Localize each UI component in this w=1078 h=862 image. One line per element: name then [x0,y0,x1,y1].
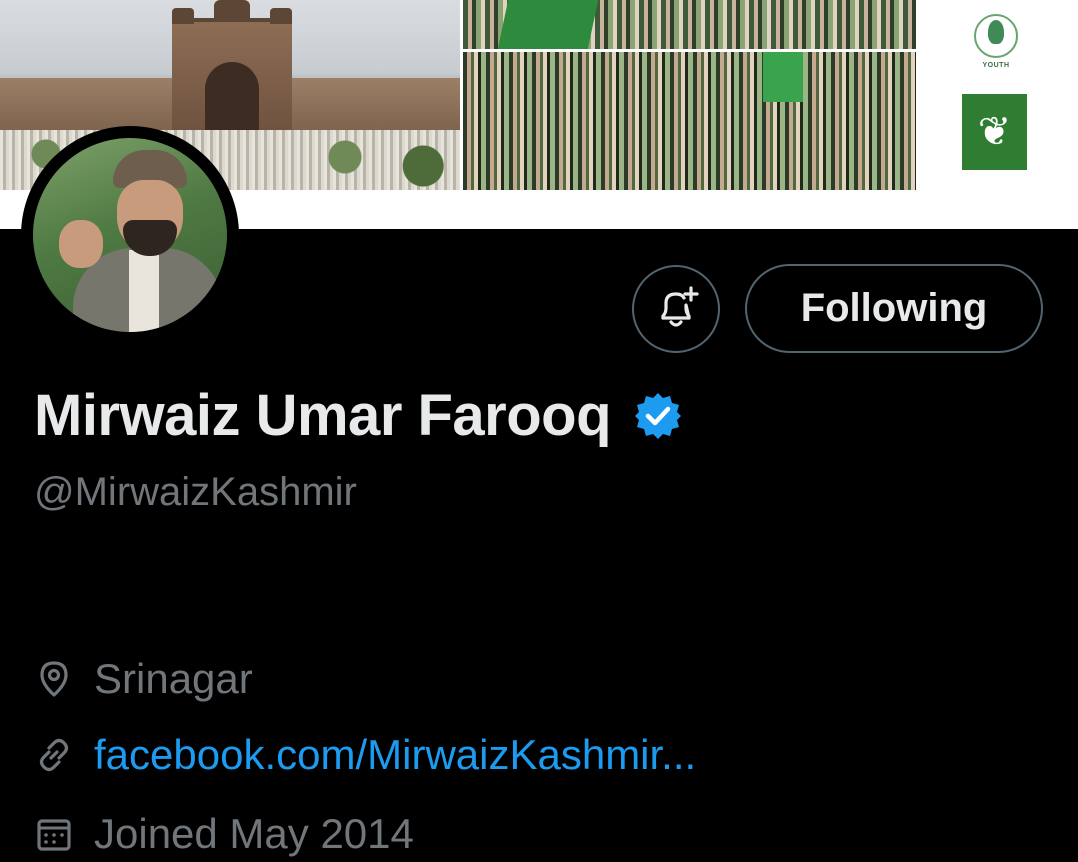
location-pin-icon [40,661,68,697]
profile-handle: @MirwaizKashmir [34,470,357,514]
joined-text: Joined May 2014 [94,810,414,857]
avatar-photo [33,138,227,332]
calendar-icon [37,819,71,851]
following-button[interactable]: Following [745,264,1043,353]
banner-crowd-photo-bottom [463,52,916,190]
youth-logo-text: YOUTH [982,62,1010,69]
verified-badge-icon[interactable] [633,391,683,441]
banner-crowd-photo-top [463,0,916,49]
website-row: facebook.com/MirwaizKashmir... [34,731,696,779]
location-row: Srinagar [34,655,253,703]
location-text: Srinagar [94,655,253,702]
link-icon [39,738,69,772]
profile-name-row: Mirwaiz Umar Farooq [34,382,683,449]
joined-row: Joined May 2014 [34,810,414,858]
website-link[interactable]: facebook.com/MirwaizKashmir... [94,731,696,779]
notifications-button[interactable] [632,265,720,353]
chinar-leaf-logo: ❦ [962,94,1027,170]
avatar[interactable] [21,126,239,344]
display-name: Mirwaiz Umar Farooq [34,383,612,448]
youth-logo: YOUTH [968,10,1024,80]
bell-plus-icon [661,286,699,327]
